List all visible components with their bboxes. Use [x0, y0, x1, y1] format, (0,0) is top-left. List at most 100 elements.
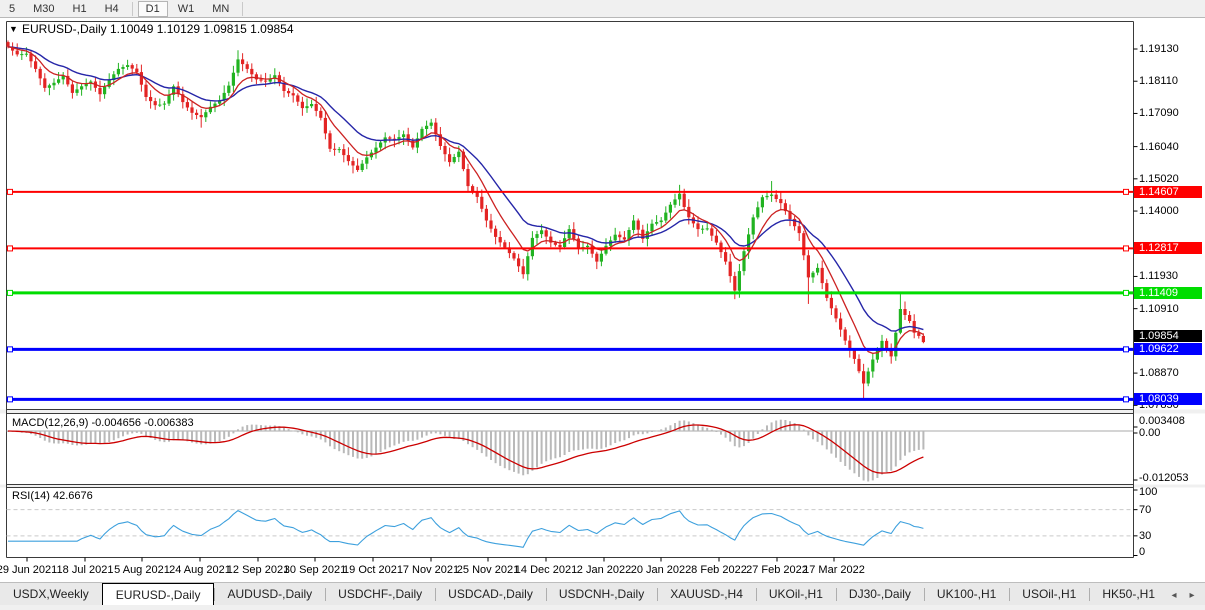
date-tick-label: 12 Sep 2021	[227, 564, 289, 576]
candle-body	[494, 229, 497, 237]
candle-body	[315, 104, 318, 111]
chart-tab-usoil-h1[interactable]: USOil-,H1	[1009, 584, 1089, 605]
toolbar-separator	[242, 2, 243, 16]
candle-body	[296, 95, 299, 101]
candle-body	[158, 105, 161, 106]
macd-histogram-bar	[430, 431, 432, 434]
chart-menu-dropdown-icon[interactable]: ▼	[9, 24, 18, 34]
date-tick-label: 2 Jan 2022	[577, 564, 631, 576]
timeframe-button-w1[interactable]: W1	[170, 1, 203, 17]
macd-histogram-bar	[223, 431, 225, 439]
trading-platform-window: 5M30H1H4D1W1MN ▼ EURUSD-,Daily 1.10049 1…	[0, 0, 1205, 610]
level-left-handle	[8, 397, 13, 402]
macd-histogram-bar	[53, 431, 55, 443]
chart-tab-xauusd-h4[interactable]: XAUUSD-,H4	[657, 584, 756, 605]
candle-body	[117, 69, 120, 74]
macd-histogram-bar	[292, 431, 294, 432]
date-tick-label: 20 Jan 2022	[631, 564, 692, 576]
chart-tab-ukoil-h1[interactable]: UKOil-,H1	[756, 584, 836, 605]
timeframe-button-h4[interactable]: H4	[97, 1, 127, 17]
chart-tab-usdcad-daily[interactable]: USDCAD-,Daily	[435, 584, 546, 605]
tab-scroll-right-icon[interactable]: ▸	[1186, 590, 1198, 601]
date-tick-label: 30 Sep 2021	[284, 564, 346, 576]
candle-body	[342, 149, 345, 155]
candle-body	[190, 107, 193, 112]
chart-tab-usdchf-daily[interactable]: USDCHF-,Daily	[325, 584, 435, 605]
timeframe-button-m30[interactable]: M30	[25, 1, 62, 17]
candle-body	[163, 104, 166, 105]
chart-canvas[interactable]	[0, 0, 1205, 582]
macd-histogram-bar	[71, 431, 73, 445]
candle-body	[71, 84, 74, 93]
macd-histogram-bar	[789, 421, 791, 431]
chart-tab-usdx-weekly[interactable]: USDX,Weekly	[0, 584, 102, 605]
date-tick-label: 5 Aug 2021	[114, 564, 170, 576]
candle-body	[34, 61, 37, 69]
macd-histogram-bar	[228, 431, 230, 437]
macd-histogram-bar	[610, 431, 612, 445]
macd-histogram-bar	[85, 431, 87, 445]
tab-scroll-left-icon[interactable]: ◂	[1168, 590, 1180, 601]
candle-body	[310, 104, 313, 106]
macd-histogram-bar	[559, 431, 561, 457]
price-tick-label: 1.08870	[1139, 367, 1179, 379]
macd-histogram-bar	[485, 431, 487, 457]
chart-tab-uk100-h1[interactable]: UK100-,H1	[924, 584, 1009, 605]
candle-body	[241, 59, 244, 64]
macd-histogram-bar	[136, 431, 138, 433]
candle-body	[885, 341, 888, 349]
macd-histogram-bar	[554, 431, 556, 458]
macd-histogram-bar	[697, 425, 699, 431]
macd-histogram-bar	[214, 431, 216, 443]
chart-tab-strip: USDX,WeeklyEURUSD-,DailyAUDUSD-,DailyUSD…	[0, 582, 1205, 605]
macd-axis-zero: 0.00	[1139, 427, 1160, 439]
candle-body	[724, 252, 727, 262]
macd-histogram-bar	[881, 431, 883, 475]
chart-tab-audusd-daily[interactable]: AUDUSD-,Daily	[214, 584, 325, 605]
candle-body	[232, 73, 235, 86]
candle-body	[379, 143, 382, 148]
candle-body	[857, 359, 860, 371]
candle-body	[503, 242, 506, 247]
level-left-handle	[8, 189, 13, 194]
candle-body	[144, 85, 147, 97]
candle-body	[526, 256, 529, 274]
timeframe-button-h1[interactable]: H1	[65, 1, 95, 17]
macd-histogram-bar	[481, 431, 483, 453]
chart-tab-usdcnh-daily[interactable]: USDCNH-,Daily	[546, 584, 657, 605]
candle-body	[6, 42, 9, 47]
candle-body	[706, 228, 709, 229]
macd-histogram-bar	[242, 427, 244, 431]
macd-histogram-bar	[518, 431, 520, 474]
macd-histogram-bar	[439, 431, 441, 434]
macd-histogram-bar	[154, 431, 156, 440]
candle-body	[517, 258, 520, 266]
candle-body	[669, 205, 672, 213]
chart-tab-eurusd-daily[interactable]: EURUSD-,Daily	[102, 583, 215, 605]
candle-body	[200, 115, 203, 117]
timeframe-button-mn[interactable]: MN	[204, 1, 237, 17]
candle-body	[255, 74, 258, 79]
level-left-handle	[8, 347, 13, 352]
price-tick-label: 1.19130	[1139, 43, 1179, 55]
macd-histogram-bar	[508, 431, 510, 470]
candle-body	[650, 224, 653, 232]
chart-tab-dj30-daily[interactable]: DJ30-,Daily	[836, 584, 924, 605]
candle-body	[655, 222, 658, 224]
rsi-axis-100: 100	[1139, 486, 1157, 498]
timeframe-button-5[interactable]: 5	[1, 1, 23, 17]
candle-body	[246, 64, 249, 69]
macd-histogram-bar	[352, 431, 354, 457]
chart-tab-hk50-h1[interactable]: HK50-,H1	[1089, 584, 1168, 605]
macd-histogram-bar	[232, 431, 234, 433]
timeframe-button-d1[interactable]: D1	[138, 1, 168, 17]
candle-body	[830, 298, 833, 308]
macd-histogram-bar	[752, 431, 754, 439]
macd-histogram-bar	[872, 431, 874, 480]
candle-body	[903, 309, 906, 315]
rsi-axis-30: 30	[1139, 530, 1151, 542]
level-price-badge: 1.11409	[1134, 287, 1202, 299]
candle-body	[338, 149, 341, 150]
macd-histogram-bar	[614, 431, 616, 443]
macd-histogram-bar	[513, 431, 515, 472]
